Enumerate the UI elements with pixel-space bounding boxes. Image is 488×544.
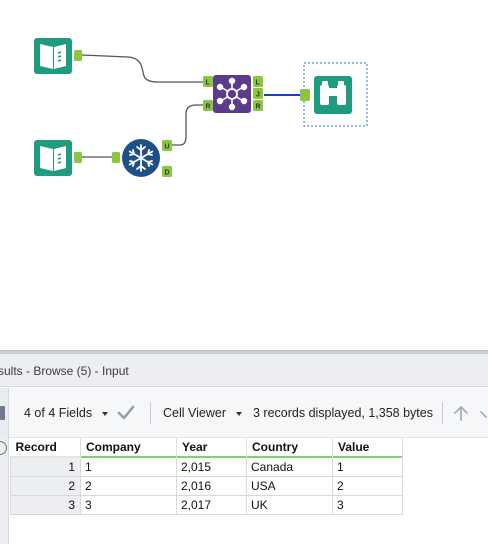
column-header-label: Company	[86, 440, 141, 455]
browse-tool[interactable]	[300, 62, 368, 127]
output-anchor[interactable]	[74, 152, 82, 163]
toolbar-separator	[442, 402, 443, 424]
anchor-left-out-label: L	[256, 80, 261, 87]
arrow-down-icon[interactable]	[480, 404, 488, 422]
book-icon	[40, 146, 66, 171]
table-cell[interactable]: 2,017	[176, 494, 247, 515]
column-quality-bar	[177, 455, 246, 458]
input-tool-2[interactable]	[34, 140, 82, 176]
table-row[interactable]: 2 2 2,016 USA 2	[10, 475, 403, 496]
connection-generate-join[interactable]	[172, 104, 205, 146]
cell-viewer-button[interactable]: Cell Viewer	[163, 406, 226, 420]
results-grid-area: Record Company Year Country Value 1 1 2,…	[0, 438, 488, 544]
anchor-left-in-label: L	[206, 80, 211, 87]
generate-rows-tool[interactable]: U D	[112, 139, 172, 177]
toolbar-left-rail	[0, 388, 9, 438]
join-tool[interactable]: L R L J R	[203, 75, 263, 113]
table-row[interactable]: 3 3 2,017 UK 3	[10, 494, 403, 515]
column-header-year[interactable]: Year	[176, 438, 247, 458]
output-anchor[interactable]	[74, 50, 82, 61]
record-number-cell: 2	[10, 475, 81, 496]
fields-dropdown-caret-icon[interactable]	[102, 412, 108, 416]
anchor-right-in-label: R	[206, 104, 211, 111]
input-tool-1[interactable]	[34, 38, 82, 74]
record-number-cell: 1	[10, 456, 81, 477]
workflow-canvas[interactable]: U D L R L J R	[0, 0, 488, 350]
toolbar-separator	[150, 402, 151, 424]
fields-selector[interactable]: 4 of 4 Fields	[24, 406, 92, 420]
column-header-record[interactable]: Record	[10, 438, 81, 458]
cell-viewer-caret-icon[interactable]	[236, 412, 242, 416]
refresh-icon[interactable]	[0, 441, 7, 455]
table-header-row: Record Company Year Country Value	[10, 438, 403, 458]
row-gutter	[0, 438, 9, 544]
table-cell[interactable]: 1	[332, 456, 403, 477]
table-cell[interactable]: 3	[332, 494, 403, 515]
arrow-up-icon[interactable]	[452, 404, 470, 422]
table-cell[interactable]: 2,016	[176, 475, 247, 496]
table-cell[interactable]: 2	[80, 475, 177, 496]
results-toolbar: 4 of 4 Fields Cell Viewer 3 records disp…	[0, 388, 488, 438]
table-cell[interactable]: 3	[80, 494, 177, 515]
table-cell[interactable]: USA	[246, 475, 333, 496]
table-cell[interactable]: 2,015	[176, 456, 247, 477]
table-cell[interactable]: 1	[80, 456, 177, 477]
results-title: sults - Browse (5) - Input	[0, 364, 129, 378]
table-cell[interactable]: UK	[246, 494, 333, 515]
column-header-country[interactable]: Country	[246, 438, 333, 458]
results-title-bar: sults - Browse (5) - Input	[0, 354, 488, 387]
column-quality-bar	[81, 455, 176, 458]
checkmark-icon[interactable]	[116, 404, 136, 422]
results-table: Record Company Year Country Value 1 1 2,…	[10, 438, 403, 515]
workflow-diagram: U D L R L J R	[34, 38, 368, 177]
column-quality-bar	[333, 455, 402, 458]
column-header-label: Country	[252, 440, 298, 455]
anchor-d-label: D	[165, 170, 170, 177]
anchor-join-out-label: J	[256, 92, 260, 99]
app-root: U D L R L J R sults - Browse (5) - Input…	[0, 0, 488, 544]
input-anchor[interactable]	[300, 89, 310, 101]
record-status: 3 records displayed, 1,358 bytes	[253, 406, 433, 420]
column-header-label: Value	[338, 440, 370, 455]
column-header-label: Year	[182, 440, 208, 455]
record-number-cell: 3	[10, 494, 81, 515]
data-grid-icon[interactable]	[0, 406, 5, 420]
connection-input1-join[interactable]	[81, 54, 205, 83]
table-row[interactable]: 1 1 2,015 Canada 1	[10, 456, 403, 477]
book-icon	[40, 44, 66, 69]
column-header-label: Record	[15, 440, 57, 454]
results-panel: sults - Browse (5) - Input 4 of 4 Fields…	[0, 350, 488, 544]
column-header-company[interactable]: Company	[80, 438, 177, 458]
table-cell[interactable]: 2	[332, 475, 403, 496]
input-anchor[interactable]	[112, 152, 120, 163]
table-cell[interactable]: Canada	[246, 456, 333, 477]
column-quality-bar	[247, 455, 332, 458]
column-header-value[interactable]: Value	[332, 438, 403, 458]
anchor-u-label: U	[165, 144, 170, 151]
anchor-right-out-label: R	[256, 104, 261, 111]
